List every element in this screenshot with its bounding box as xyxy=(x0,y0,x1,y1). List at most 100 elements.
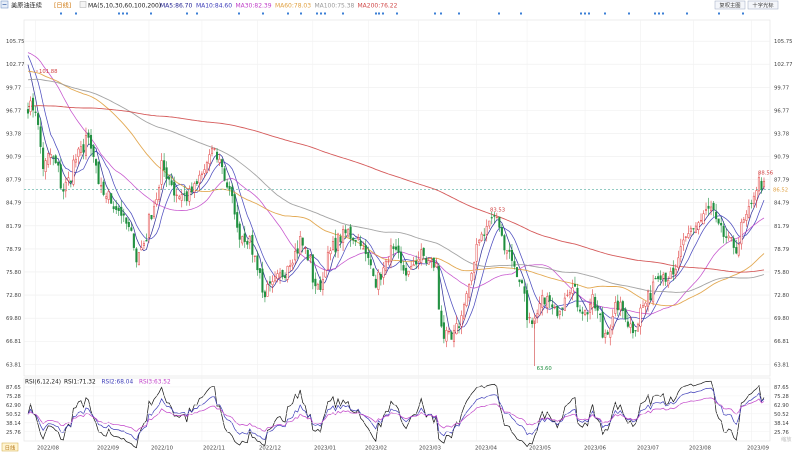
candle-body-158 xyxy=(425,258,428,264)
ma-config-icon[interactable] xyxy=(79,1,87,8)
event-marker-16 xyxy=(375,12,377,15)
restore-main-label: 复权主图 xyxy=(719,1,740,9)
event-marker-20 xyxy=(434,12,436,15)
candle-body-215 xyxy=(568,292,571,295)
candle-body-110 xyxy=(304,247,307,249)
crosshair-label: 十字光标 xyxy=(752,1,774,9)
event-marker-24 xyxy=(520,12,522,15)
candle-body-8 xyxy=(47,153,50,165)
candle-body-289 xyxy=(755,190,758,201)
candle-body-138 xyxy=(374,278,377,288)
price-chart[interactable]: 美原油连续 [日线] MA(5,10,30,60,100,200) MA5:86… xyxy=(0,0,800,452)
candle-body-97 xyxy=(271,281,274,285)
x-tick-8: 2023/04 xyxy=(475,446,498,452)
candle-body-70 xyxy=(203,169,206,174)
event-marker-10 xyxy=(287,12,289,15)
candle-body-11 xyxy=(54,155,57,164)
event-marker-23 xyxy=(498,12,500,15)
event-marker-21 xyxy=(440,12,442,15)
candle-body-221 xyxy=(584,310,587,315)
candle-body-176 xyxy=(470,273,473,282)
x-tick-4: 2022/12 xyxy=(259,446,281,452)
candle-body-170 xyxy=(455,323,458,335)
candle-body-167 xyxy=(447,330,450,333)
y-tick-right-13: 66.81 xyxy=(774,339,789,345)
y-tick-left-3: 96.77 xyxy=(6,108,21,114)
y-tick-right-0: 105.75 xyxy=(774,39,793,45)
candle-body-177 xyxy=(473,262,476,273)
candle-body-156 xyxy=(420,249,423,263)
candle-body-210 xyxy=(556,305,559,317)
candle-body-195 xyxy=(518,279,521,283)
x-tick-7: 2023/03 xyxy=(419,446,441,452)
event-marker-4 xyxy=(126,12,128,15)
event-marker-14 xyxy=(324,12,326,15)
candle-body-152 xyxy=(410,265,413,270)
candle-body-45 xyxy=(140,247,143,251)
candle-body-98 xyxy=(273,276,277,282)
candle-body-191 xyxy=(508,249,511,252)
candle-body-249 xyxy=(654,277,657,280)
candle-body-86 xyxy=(243,233,246,242)
candle-body-164 xyxy=(440,310,443,327)
event-marker-18 xyxy=(382,12,384,15)
event-marker-9 xyxy=(262,12,264,15)
candle-body-100 xyxy=(279,272,282,278)
candle-body-141 xyxy=(382,267,385,278)
candle-body-266 xyxy=(697,222,700,230)
candle-body-251 xyxy=(659,275,662,280)
candle-body-172 xyxy=(460,315,463,327)
candle-body-75 xyxy=(216,151,219,160)
y-tick-right-12: 69.80 xyxy=(774,316,790,322)
candle-body-202 xyxy=(536,313,539,318)
candle-body-268 xyxy=(702,213,705,225)
y-tick-left-14: 63.81 xyxy=(6,362,21,368)
candle-body-122 xyxy=(334,237,337,253)
candle-body-280 xyxy=(732,238,735,248)
candle-body-12 xyxy=(57,161,60,166)
candle-body-233 xyxy=(614,302,617,314)
candle-body-111 xyxy=(306,250,309,261)
candle-body-203 xyxy=(538,303,541,316)
candle-body-94 xyxy=(263,291,266,298)
candle-body-9 xyxy=(49,154,52,158)
event-marker-2 xyxy=(118,12,120,15)
candle-body-107 xyxy=(296,248,299,254)
candle-body-42 xyxy=(132,233,135,248)
event-marker-13 xyxy=(320,12,322,15)
candle-body-101 xyxy=(281,269,284,278)
x-tick-0: 2022/08 xyxy=(37,446,60,452)
event-marker-6 xyxy=(186,12,188,15)
event-marker-32 xyxy=(662,12,664,15)
candle-body-37 xyxy=(120,206,123,216)
candle-body-211 xyxy=(558,310,561,315)
candle-body-142 xyxy=(384,260,387,271)
candle-body-23 xyxy=(84,135,88,156)
candle-body-270 xyxy=(707,205,710,209)
y-tick-right-14: 63.81 xyxy=(774,362,789,368)
candle-body-222 xyxy=(586,312,589,315)
candle-body-240 xyxy=(631,321,634,334)
candle-body-50 xyxy=(152,206,156,218)
ma-value-0: MA5:86.70 xyxy=(160,3,192,10)
candle-body-160 xyxy=(430,260,433,262)
candle-body-207 xyxy=(548,295,551,302)
event-marker-1 xyxy=(75,12,77,15)
candles xyxy=(26,93,766,348)
ma-value-4: MA100:75.38 xyxy=(314,3,354,10)
candle-body-123 xyxy=(336,233,340,251)
zoom-label[interactable]: 缩放 xyxy=(781,435,792,443)
event-marker-0 xyxy=(60,12,62,15)
candle-body-265 xyxy=(694,225,697,233)
candle-body-134 xyxy=(364,245,367,255)
x-tick-13: 2023/09 xyxy=(747,446,769,452)
candle-body-214 xyxy=(566,294,569,296)
candle-body-236 xyxy=(621,301,624,312)
candle-body-253 xyxy=(664,272,667,282)
candle-body-257 xyxy=(674,268,677,275)
candle-body-22 xyxy=(82,144,85,153)
candle-body-96 xyxy=(268,281,272,284)
candle-body-52 xyxy=(158,186,161,200)
candle-body-291 xyxy=(760,180,763,191)
candle-body-40 xyxy=(127,222,130,228)
